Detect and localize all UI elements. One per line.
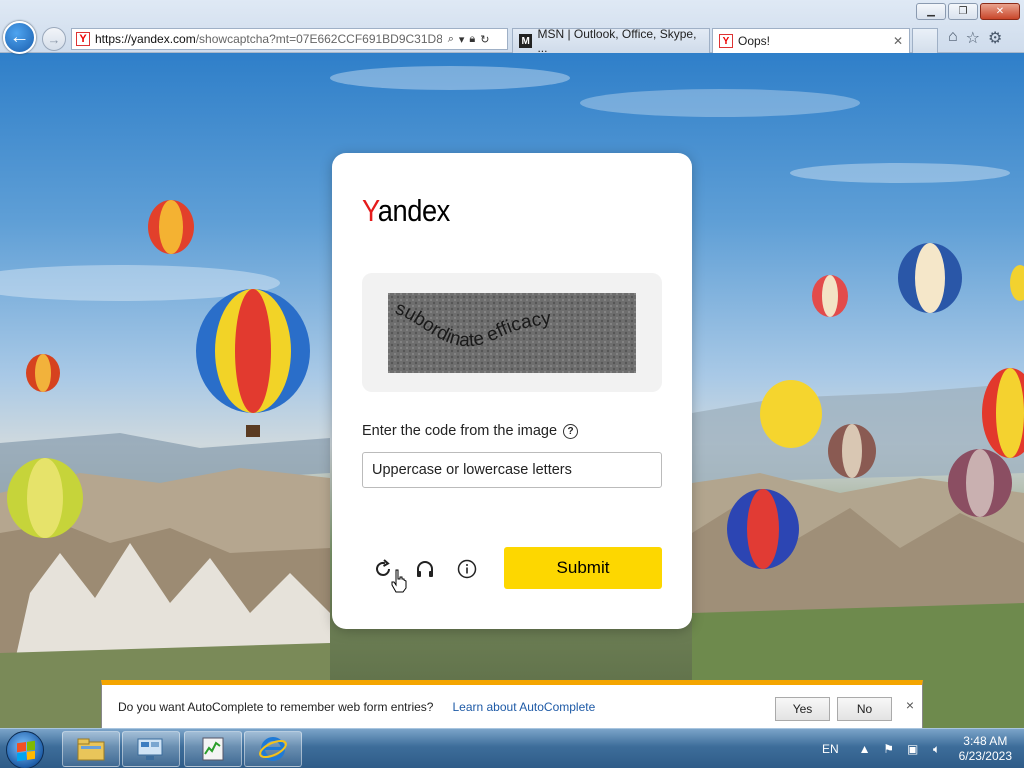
info-icon (457, 559, 477, 579)
show-hidden-icons-icon[interactable]: ▲ (857, 741, 873, 757)
headphones-icon (417, 561, 433, 577)
captcha-container: subordinate efficacy (362, 273, 662, 392)
network-icon[interactable]: ▣ (905, 741, 921, 757)
yandex-logo: Yandex (362, 193, 450, 229)
yandex-favicon: Y (76, 32, 90, 46)
tab-title: Oops! (738, 34, 771, 48)
home-icon[interactable]: ⌂ (948, 28, 958, 48)
back-arrow-icon: ← (9, 26, 30, 48)
audio-captcha-button[interactable] (412, 556, 438, 582)
clock[interactable]: 3:48 AM 6/23/2023 (959, 734, 1012, 764)
submit-button[interactable]: Submit (504, 547, 662, 589)
forward-arrow-icon: → (47, 31, 61, 47)
toolbar-icons: ⌂ ☆ ⚙ (948, 28, 1002, 48)
captcha-card: Yandex subordinate efficacy Enter the co… (332, 153, 692, 629)
taskbar: EN ▲ ⚑ ▣ 🔈︎ 3:48 AM 6/23/2023 (0, 728, 1024, 768)
forward-button[interactable]: → (42, 27, 66, 51)
learn-about-autocomplete-link[interactable]: Learn about AutoComplete (452, 700, 595, 714)
internet-explorer-icon (259, 737, 287, 761)
autocomplete-notification-bar: Do you want AutoComplete to remember web… (101, 680, 923, 728)
tab-msn[interactable]: M MSN | Outlook, Office, Skype, ... (512, 27, 710, 55)
logo-letter-y: Y (362, 193, 378, 228)
taskbar-internet-explorer[interactable] (244, 731, 302, 767)
search-icon[interactable]: ⌕ (448, 33, 454, 46)
close-notification-icon[interactable]: × (906, 697, 914, 713)
back-button[interactable]: ← (3, 21, 36, 54)
dropdown-icon[interactable]: ▾ (459, 33, 465, 46)
code-field-label: Enter the code from the image ? (362, 423, 579, 439)
restore-button[interactable]: ❐ (948, 3, 978, 20)
refresh-page-icon[interactable]: ↻ (480, 33, 489, 46)
gear-icon[interactable]: ⚙ (988, 28, 1002, 48)
windows-logo-icon (17, 740, 35, 762)
language-indicator[interactable]: EN (822, 742, 839, 756)
clock-date: 6/23/2023 (958, 749, 1012, 763)
hand-cursor-icon (391, 569, 407, 593)
task-manager-icon (202, 737, 224, 761)
action-center-flag-icon[interactable]: ⚑ (881, 741, 897, 757)
close-tab-icon[interactable]: ✕ (893, 34, 903, 48)
info-button[interactable] (454, 556, 480, 582)
star-icon[interactable]: ☆ (966, 28, 980, 48)
no-button[interactable]: No (837, 697, 892, 721)
server-manager-icon (137, 738, 163, 760)
logo-rest: andex (377, 193, 451, 228)
clock-time: 3:48 AM (963, 734, 1008, 748)
browser-chrome: ▁ ❐ ✕ ← → Y https://yandex.com /showcapt… (0, 0, 1024, 55)
address-bar[interactable]: Y https://yandex.com /showcaptcha?mt=07E… (71, 28, 508, 50)
msn-icon: M (519, 34, 533, 48)
url-host: https://yandex.com (95, 32, 196, 46)
window-controls: ▁ ❐ ✕ (916, 3, 1020, 20)
lock-icon[interactable]: 🔒︎ (469, 33, 475, 46)
close-window-button[interactable]: ✕ (980, 3, 1020, 20)
autocomplete-question: Do you want AutoComplete to remember web… (118, 699, 434, 714)
start-button[interactable] (6, 731, 44, 768)
volume-muted-icon[interactable]: 🔈︎ (929, 741, 945, 757)
address-bar-icons: ⌕ ▾ 🔒︎ ↻ (448, 33, 490, 46)
url-path: /showcaptcha?mt=07E662CCF691BD9C31D8 (195, 32, 442, 46)
system-tray: EN ▲ ⚑ ▣ 🔈︎ 3:48 AM 6/23/2023 (822, 729, 1012, 768)
field-label-text: Enter the code from the image (362, 423, 558, 439)
yes-button[interactable]: Yes (775, 697, 830, 721)
help-icon[interactable]: ? (563, 423, 579, 439)
taskbar-server-manager[interactable] (122, 731, 180, 767)
captcha-noise: subordinate efficacy (388, 293, 636, 373)
tab-oops[interactable]: Y Oops! ✕ (712, 28, 910, 53)
captcha-image: subordinate efficacy (388, 293, 636, 373)
taskbar-file-explorer[interactable] (62, 731, 120, 767)
captcha-code-input[interactable] (362, 452, 662, 488)
file-explorer-icon (77, 738, 105, 761)
new-tab-button[interactable] (912, 28, 938, 53)
taskbar-task-manager[interactable] (184, 731, 242, 767)
tab-title: MSN | Outlook, Office, Skype, ... (537, 27, 697, 55)
minimize-button[interactable]: ▁ (916, 3, 946, 20)
yandex-tab-icon: Y (719, 34, 733, 48)
